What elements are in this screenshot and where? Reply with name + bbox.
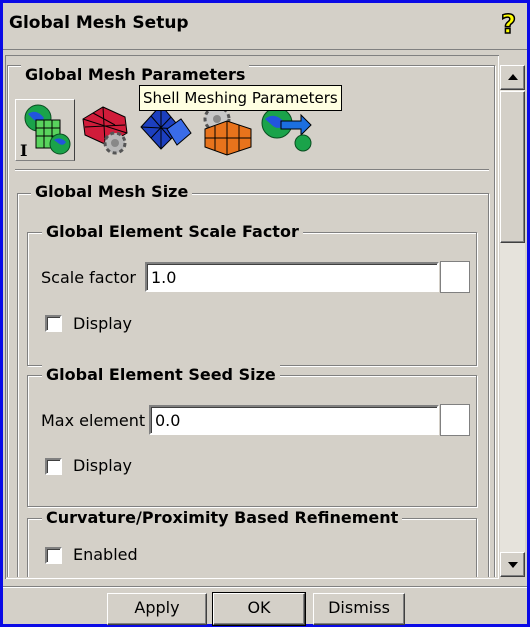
tab-shell-mesh[interactable] xyxy=(77,99,135,159)
arrow-up-icon xyxy=(508,74,518,80)
refinement-enabled-checkbox[interactable] xyxy=(45,547,62,564)
apply-button[interactable]: Apply xyxy=(107,593,207,625)
scale-factor-group xyxy=(27,232,477,366)
scale-factor-display-checkbox[interactable] xyxy=(45,315,62,332)
seed-size-display-checkbox[interactable] xyxy=(45,458,62,475)
shell-mesh-gear-icon xyxy=(82,106,128,155)
globe-mesh-icon: I xyxy=(20,104,71,160)
global-mesh-parameters-title: Global Mesh Parameters xyxy=(21,65,250,84)
max-element-label: Max element xyxy=(41,411,146,430)
max-element-aux-button[interactable] xyxy=(440,404,470,436)
refinement-group-title: Curvature/Proximity Based Refinement xyxy=(42,508,403,527)
seed-size-group xyxy=(27,375,477,507)
arrow-down-icon xyxy=(508,562,518,568)
scale-factor-display-label: Display xyxy=(73,314,132,333)
svg-text:I: I xyxy=(20,141,27,160)
question-mark-help-icon[interactable]: ? xyxy=(499,9,521,39)
parameters-scroll-area: Global Mesh Parameters I Global Mesh Siz… xyxy=(5,55,499,577)
dismiss-button[interactable]: Dismiss xyxy=(313,593,405,625)
scale-factor-group-title: Global Element Scale Factor xyxy=(42,222,303,241)
scroll-thumb[interactable] xyxy=(500,91,525,243)
button-bar-separator xyxy=(3,586,527,588)
seed-size-display-label: Display xyxy=(73,456,132,475)
window-title: Global Mesh Setup xyxy=(9,13,189,33)
global-mesh-size-title: Global Mesh Size xyxy=(31,182,193,201)
svg-text:?: ? xyxy=(501,10,516,39)
scroll-up-button[interactable] xyxy=(500,65,525,90)
title-bar: Global Mesh Setup ? xyxy=(3,3,527,50)
mesh-setup-window: Global Mesh Setup ? Global Mesh Paramete… xyxy=(0,0,530,627)
tab-global-mesh[interactable]: I xyxy=(15,99,75,161)
max-element-input[interactable]: 0.0 xyxy=(149,405,439,435)
seed-size-group-title: Global Element Seed Size xyxy=(42,365,280,384)
scale-factor-aux-button[interactable] xyxy=(440,261,470,293)
scale-factor-label: Scale factor xyxy=(41,268,137,287)
scale-factor-input[interactable]: 1.0 xyxy=(145,262,439,292)
tab-tooltip: Shell Meshing Parameters xyxy=(139,85,342,111)
refinement-enabled-label: Enabled xyxy=(73,545,138,564)
scroll-down-button[interactable] xyxy=(500,552,525,577)
vertical-scrollbar[interactable] xyxy=(500,65,525,577)
ok-button[interactable]: OK xyxy=(212,592,306,626)
tab-separator xyxy=(15,169,489,171)
